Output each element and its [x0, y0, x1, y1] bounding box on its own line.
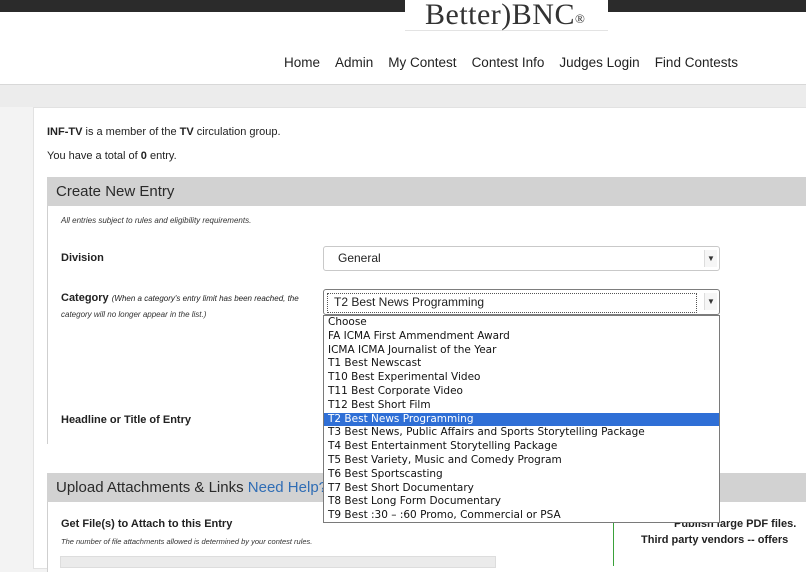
- category-option[interactable]: T8 Best Long Form Documentary: [324, 495, 719, 509]
- help-link[interactable]: Need Help?: [248, 479, 327, 496]
- nav-home[interactable]: Home: [284, 55, 320, 70]
- division-value: General: [338, 251, 381, 265]
- category-label: Category (When a category's entry limit …: [61, 292, 299, 304]
- site-header: Better)BNC® Home Admin My Contest Contes…: [0, 0, 806, 85]
- category-option[interactable]: T7 Best Short Documentary: [324, 482, 719, 496]
- chevron-down-icon: ▼: [704, 250, 717, 267]
- category-dropdown-list[interactable]: Choose FA ICMA First Ammendment Award ICMA…: [323, 315, 720, 523]
- entry-count-prefix: You have a total of: [47, 150, 141, 162]
- category-option[interactable]: T5 Best Variety, Music and Comedy Progra…: [324, 454, 719, 468]
- files-label: Get File(s) to Attach to this Entry: [61, 518, 233, 530]
- division-label: Division: [61, 252, 104, 264]
- files-note: The number of file attachments allowed i…: [61, 537, 313, 546]
- division-select[interactable]: General ▼: [323, 246, 720, 271]
- header-top-bar: [0, 0, 806, 12]
- category-option[interactable]: T12 Best Short Film: [324, 399, 719, 413]
- membership-text: INF-TV is a member of the TV circulation…: [47, 126, 281, 138]
- category-option[interactable]: T6 Best Sportscasting: [324, 468, 719, 482]
- main-nav: Home Admin My Contest Contest Info Judge…: [284, 55, 753, 70]
- category-label-text: Category: [61, 292, 109, 304]
- category-option[interactable]: T1 Best Newscast: [324, 357, 719, 371]
- file-picker[interactable]: [60, 556, 496, 568]
- membership-text-1: is a member of the: [82, 126, 180, 138]
- category-option[interactable]: FA ICMA First Ammendment Award: [324, 330, 719, 344]
- nav-contest-info[interactable]: Contest Info: [472, 55, 545, 70]
- upload-title: Upload Attachments & Links: [56, 479, 244, 496]
- rules-note: All entries subject to rules and eligibi…: [61, 216, 252, 225]
- category-option[interactable]: T9 Best :30 – :60 Promo, Commercial or P…: [324, 509, 719, 523]
- nav-find-contests[interactable]: Find Contests: [655, 55, 738, 70]
- category-option[interactable]: T2 Best News Programming: [324, 412, 719, 427]
- nav-judges-login[interactable]: Judges Login: [559, 55, 639, 70]
- site-logo[interactable]: Better)BNC®: [425, 0, 585, 32]
- headline-label: Headline or Title of Entry: [61, 414, 191, 426]
- org-name: INF-TV: [47, 126, 83, 138]
- category-value: T2 Best News Programming: [334, 295, 485, 309]
- entry-count-suffix: entry.: [146, 150, 177, 162]
- nav-my-contest[interactable]: My Contest: [388, 55, 456, 70]
- category-option[interactable]: T11 Best Corporate Video: [324, 385, 719, 399]
- category-option[interactable]: Choose: [324, 316, 719, 330]
- chevron-down-icon: ▼: [704, 293, 717, 310]
- category-select[interactable]: T2 Best News Programming ▼: [323, 289, 720, 315]
- vendors-note: Third party vendors -- offers: [641, 534, 789, 546]
- category-option[interactable]: T4 Best Entertainment Storytelling Packa…: [324, 440, 719, 454]
- membership-text-2: circulation group.: [193, 126, 281, 138]
- category-note: (When a category's entry limit has been …: [111, 294, 299, 303]
- category-option[interactable]: T10 Best Experimental Video: [324, 371, 719, 385]
- header-subband: [0, 85, 806, 107]
- category-option[interactable]: T3 Best News, Public Affairs and Sports …: [324, 426, 719, 440]
- group-name: TV: [179, 126, 194, 138]
- nav-admin[interactable]: Admin: [335, 55, 373, 70]
- category-note-cont: category will no longer appear in the li…: [61, 310, 207, 319]
- category-option[interactable]: ICMA ICMA Journalist of the Year: [324, 344, 719, 358]
- entry-count-text: You have a total of 0 entry.: [47, 150, 177, 162]
- create-entry-header: Create New Entry: [47, 177, 806, 206]
